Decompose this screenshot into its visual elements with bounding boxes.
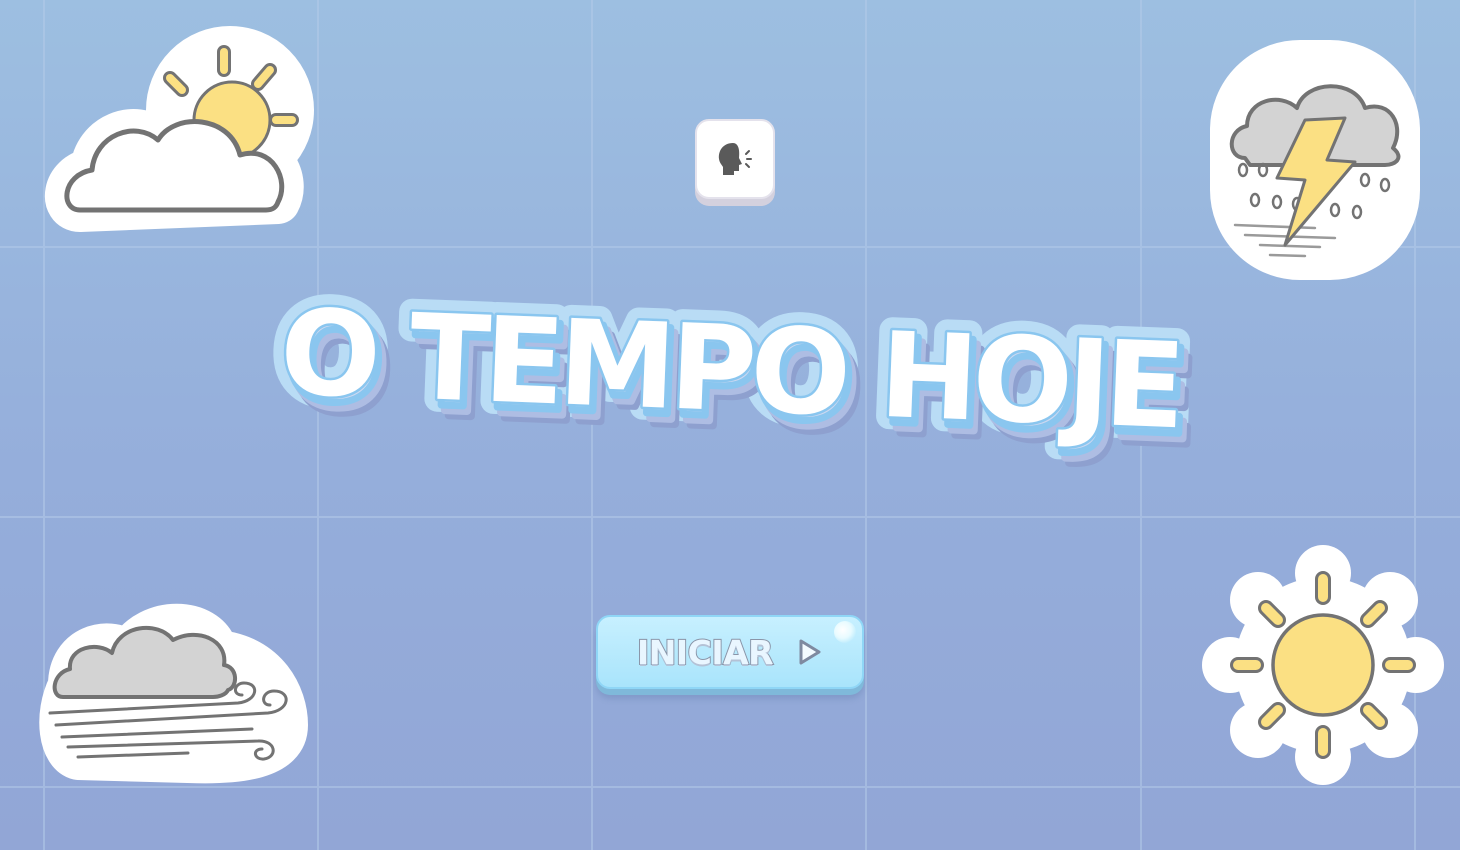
start-button-label: INICIAR: [636, 632, 775, 673]
thunderstorm-rain-icon: [1210, 40, 1420, 280]
windy-cloud-icon: [39, 603, 308, 784]
thunderstorm-sticker: [1205, 30, 1430, 285]
speaking-head-icon: [718, 143, 752, 175]
title-text-graphic: O TEMPO HOJE O TEMPO HOJE O TEMPO HOJE O…: [265, 270, 1197, 476]
page-title: O TEMPO HOJE O TEMPO HOJE O TEMPO HOJE O…: [230, 270, 1230, 476]
start-button[interactable]: INICIAR: [596, 615, 864, 689]
sun-sticker: [1200, 545, 1450, 790]
button-shine: [834, 621, 856, 643]
sun-icon: [1202, 545, 1444, 785]
sun-behind-cloud-sticker: [40, 20, 340, 250]
sun-behind-cloud-icon: [44, 26, 314, 232]
play-triangle-icon: [799, 639, 821, 665]
speak-button[interactable]: [695, 119, 775, 199]
windy-cloud-sticker: [38, 595, 313, 785]
